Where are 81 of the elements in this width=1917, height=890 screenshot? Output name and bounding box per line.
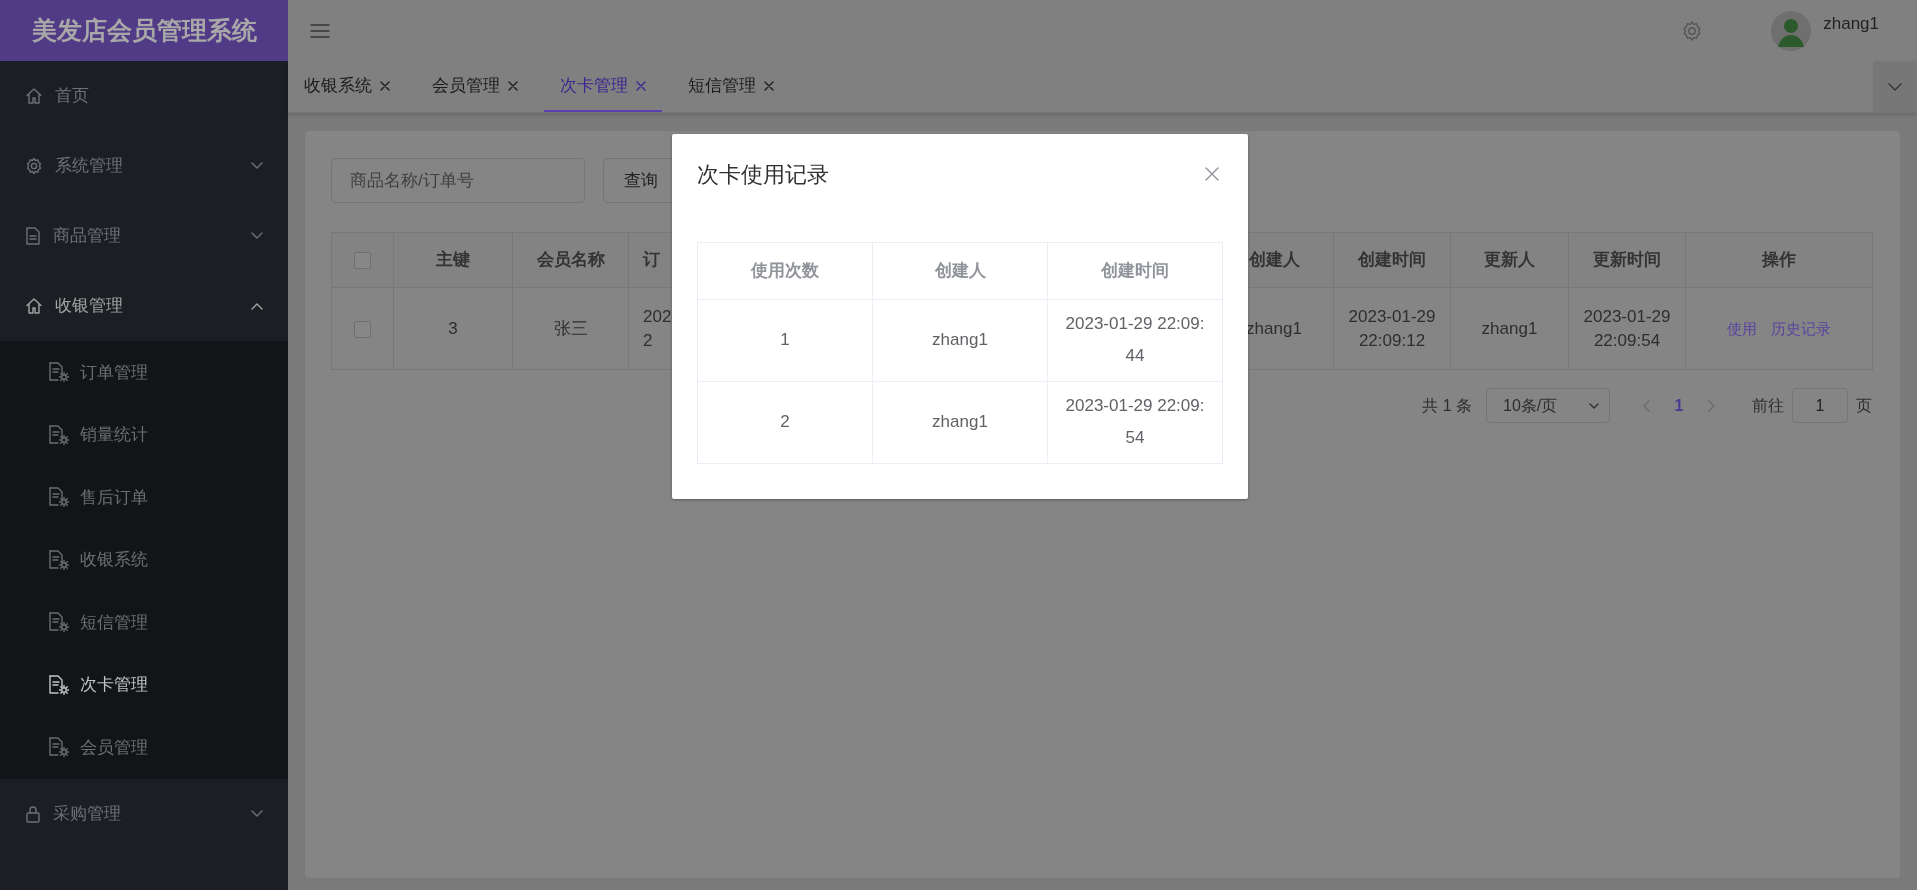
goto-label: 前往 <box>1752 395 1784 416</box>
table-cell: 2 <box>697 381 873 463</box>
document-gear-icon <box>48 612 70 633</box>
select-all-checkbox[interactable] <box>354 252 371 270</box>
close-icon <box>508 80 518 91</box>
submenu-item[interactable]: 收银系统 <box>0 528 288 591</box>
table-cell: 2023-01-29 22:09:54 <box>1568 287 1686 370</box>
table-cell: 2023-01-29 22:09:44 <box>1047 299 1223 381</box>
chevron-left-icon <box>1642 399 1650 412</box>
chevron-down-icon <box>1589 402 1599 409</box>
table-cell: 2023-01-29 22:09:12 <box>1333 287 1451 370</box>
page-input[interactable]: 1 <box>1792 388 1848 423</box>
next-page-button[interactable] <box>1708 399 1716 412</box>
submenu-item[interactable]: 售后订单 <box>0 466 288 529</box>
table-cell: 2023-01-29 22:09:54 <box>1047 381 1223 463</box>
close-icon <box>1204 166 1220 182</box>
home-icon <box>25 87 43 105</box>
row-checkbox[interactable] <box>354 320 371 338</box>
document-gear-icon <box>48 737 70 758</box>
submenu-item[interactable]: 订单管理 <box>0 341 288 404</box>
column-header: 使用次数 <box>697 242 873 299</box>
column-header: 会员名称 <box>512 232 629 288</box>
column-header: 创建人 <box>872 242 1048 299</box>
tab[interactable]: 收银系统 <box>288 61 406 112</box>
action-link[interactable]: 历史记录 <box>1771 319 1831 337</box>
menu-icon <box>310 22 330 39</box>
document-gear-icon <box>48 424 70 445</box>
dialog-title: 次卡使用记录 <box>697 162 829 189</box>
app-title: 美发店会员管理系统 <box>0 0 288 61</box>
table-cell: 张三 <box>512 287 629 370</box>
search-field[interactable]: 商品名称/订单号 <box>331 158 585 203</box>
table-cell: 3 <box>393 287 513 370</box>
close-icon <box>764 80 774 91</box>
tab[interactable]: 会员管理 <box>416 61 534 112</box>
column-header: 主键 <box>393 232 513 288</box>
page-size-select[interactable]: 10条/页 <box>1486 388 1610 423</box>
menu-item[interactable]: 收银管理 <box>0 271 288 341</box>
submenu-item[interactable]: 短信管理 <box>0 591 288 654</box>
page-suffix: 页 <box>1856 395 1872 416</box>
menu-item[interactable]: 首页 <box>0 61 288 131</box>
close-icon <box>636 80 646 91</box>
tab[interactable]: 短信管理 <box>672 61 790 112</box>
submenu-item[interactable]: 会员管理 <box>0 716 288 779</box>
user-name[interactable]: zhang1 <box>1823 10 1879 37</box>
chevron-down-icon <box>251 809 263 818</box>
menu-button[interactable] <box>310 22 330 39</box>
chevron-down-icon <box>1888 82 1902 91</box>
submenu-item[interactable]: 销量统计 <box>0 403 288 466</box>
close-icon <box>380 80 390 91</box>
tab[interactable]: 次卡管理 <box>544 61 662 112</box>
action-link[interactable]: 使用 <box>1727 319 1757 337</box>
total-count: 共 1 条 <box>1422 395 1472 416</box>
table-cell: zhang1 <box>872 381 1048 463</box>
lock-icon <box>25 804 41 823</box>
chevron-down-icon <box>251 232 263 240</box>
document-gear-icon <box>48 487 70 508</box>
menu-item[interactable]: 商品管理 <box>0 201 288 271</box>
submenu-item[interactable]: 次卡管理 <box>0 653 288 716</box>
document-gear-icon <box>48 549 70 570</box>
avatar[interactable] <box>1771 10 1812 51</box>
table-cell: zhang1 <box>872 299 1048 381</box>
table-cell: 1 <box>697 299 873 381</box>
chevron-right-icon <box>1708 399 1716 412</box>
column-header: 更新人 <box>1450 232 1569 288</box>
document-gear-icon <box>48 362 70 383</box>
chevron-up-icon <box>251 302 263 310</box>
column-header: 创建时间 <box>1333 232 1451 288</box>
chevron-down-icon <box>251 162 263 170</box>
menu-item[interactable]: 系统管理 <box>0 131 288 201</box>
page-number[interactable]: 1 <box>1664 393 1694 418</box>
column-header: 更新时间 <box>1568 232 1686 288</box>
document-icon <box>25 227 41 245</box>
home-icon <box>25 297 43 315</box>
table-cell: zhang1 <box>1450 287 1569 370</box>
previous-page-button[interactable] <box>1642 399 1650 412</box>
column-header: 操作 <box>1685 232 1873 288</box>
document-gear-icon <box>48 674 70 695</box>
menu-item[interactable]: 采购管理 <box>0 778 288 849</box>
tabs-dropdown-button[interactable] <box>1873 61 1917 112</box>
column-header: 创建时间 <box>1047 242 1223 299</box>
settings-icon <box>25 157 43 175</box>
